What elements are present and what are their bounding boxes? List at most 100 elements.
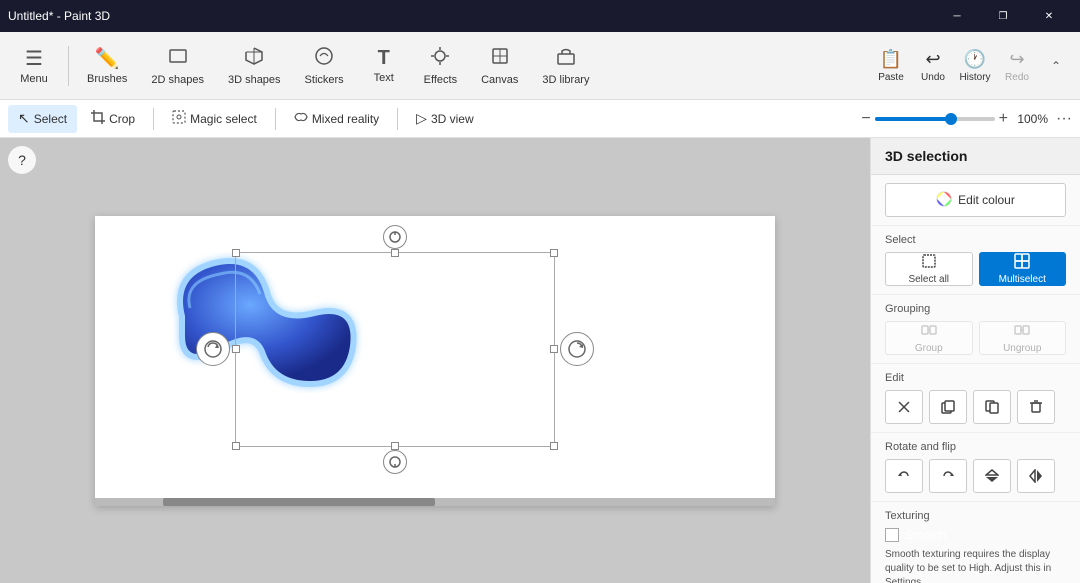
- multiselect-button[interactable]: Multiselect: [979, 252, 1067, 286]
- canvas-area[interactable]: ?: [0, 138, 870, 583]
- cut-button[interactable]: [885, 390, 923, 424]
- redo-label: Redo: [1005, 72, 1029, 83]
- rotate-handle-right[interactable]: [560, 332, 594, 366]
- canvas-icon: [490, 46, 510, 72]
- 2d-shapes-button[interactable]: 2D shapes: [141, 42, 214, 90]
- rotate-left-button[interactable]: [885, 459, 923, 493]
- toolbar-right: 📋 Paste ↩ Undo 🕐 History ↪ Redo ⌃: [872, 47, 1072, 85]
- select-section-label: Select: [885, 234, 1066, 246]
- scrollbar-thumb[interactable]: [163, 498, 435, 506]
- zoom-in-button[interactable]: +: [999, 110, 1008, 128]
- redo-button[interactable]: ↪ Redo: [998, 47, 1036, 85]
- group-icon: [921, 322, 937, 341]
- zoom-out-button[interactable]: −: [861, 110, 870, 128]
- select-all-button[interactable]: Select all: [885, 252, 973, 286]
- mixed-reality-button[interactable]: Mixed reality: [284, 105, 389, 133]
- selection-handle-bottomleft[interactable]: [232, 442, 240, 450]
- crop-button[interactable]: Crop: [81, 105, 145, 133]
- 2d-shapes-icon: [168, 46, 188, 72]
- texturing-section: Texturing Smooth Smooth texturing requir…: [871, 502, 1080, 583]
- stickers-icon: [314, 46, 334, 72]
- brushes-icon: ✏️: [95, 46, 120, 71]
- zoom-slider-thumb[interactable]: [945, 113, 957, 125]
- close-button[interactable]: ✕: [1026, 0, 1072, 32]
- titlebar-controls: ─ ❐ ✕: [934, 0, 1072, 32]
- paste-button[interactable]: 📋 Paste: [872, 47, 910, 85]
- horizontal-scrollbar[interactable]: [95, 498, 775, 506]
- selection-handle-bottommid[interactable]: [391, 442, 399, 450]
- 3d-view-label: 3D view: [431, 112, 474, 126]
- ungroup-icon: [1014, 322, 1030, 341]
- actionbar-separator-1: [153, 108, 154, 130]
- 3d-shapes-label: 3D shapes: [228, 74, 281, 86]
- edit-colour-label: Edit colour: [958, 193, 1015, 207]
- history-button[interactable]: 🕐 History: [956, 47, 994, 85]
- canvas-label: Canvas: [481, 74, 518, 86]
- 3d-library-button[interactable]: 3D library: [532, 42, 599, 90]
- select-section: Select Select all Multiselect: [871, 226, 1080, 295]
- canvas-button[interactable]: Canvas: [471, 42, 528, 90]
- stickers-button[interactable]: Stickers: [295, 42, 354, 90]
- select-label: Select: [34, 112, 67, 126]
- grouping-buttons: Group Ungroup: [885, 321, 1066, 355]
- select-tool-button[interactable]: ↖ Select: [8, 105, 77, 133]
- ungroup-button[interactable]: Ungroup: [979, 321, 1067, 355]
- undo-button[interactable]: ↩ Undo: [914, 47, 952, 85]
- edit-section: Edit: [871, 364, 1080, 433]
- selection-handle-bottomright[interactable]: [550, 442, 558, 450]
- effects-button[interactable]: Effects: [414, 42, 467, 90]
- effects-label: Effects: [424, 74, 457, 86]
- magic-select-button[interactable]: Magic select: [162, 105, 267, 133]
- text-button[interactable]: T Text: [358, 43, 410, 88]
- rotate-flip-label: Rotate and flip: [885, 441, 1066, 453]
- zoom-slider[interactable]: [875, 117, 995, 121]
- history-icon: 🕐: [964, 49, 986, 70]
- rotate-right-button[interactable]: [929, 459, 967, 493]
- flip-vertical-button[interactable]: [973, 459, 1011, 493]
- app-title: Untitled* - Paint 3D: [8, 9, 110, 23]
- history-label: History: [959, 72, 990, 83]
- actionbar-separator-3: [397, 108, 398, 130]
- help-button[interactable]: ?: [8, 146, 36, 174]
- paste-icon: 📋: [880, 49, 902, 70]
- collapse-panel-button[interactable]: ⌃: [1040, 50, 1072, 82]
- group-button[interactable]: Group: [885, 321, 973, 355]
- 3d-view-button[interactable]: ▷ 3D view: [406, 105, 483, 133]
- titlebar-left: Untitled* - Paint 3D: [8, 9, 110, 23]
- 3d-shapes-button[interactable]: 3D shapes: [218, 42, 291, 90]
- 3d-shape: [155, 236, 355, 396]
- stickers-label: Stickers: [305, 74, 344, 86]
- delete-button[interactable]: [1017, 390, 1055, 424]
- selection-handle-topright[interactable]: [550, 249, 558, 257]
- paste-label: Paste: [878, 72, 904, 83]
- duplicate-button[interactable]: [973, 390, 1011, 424]
- right-panel: 3D selection Edit colour Se: [870, 138, 1080, 583]
- redo-icon: ↪: [1009, 49, 1024, 70]
- selection-handle-topmid[interactable]: [391, 249, 399, 257]
- rotate-handle-top[interactable]: [383, 225, 407, 249]
- copy-button[interactable]: [929, 390, 967, 424]
- texturing-note-text: Smooth texturing requires the display qu…: [885, 549, 1051, 583]
- flip-horizontal-button[interactable]: [1017, 459, 1055, 493]
- edit-colour-button[interactable]: Edit colour: [885, 183, 1066, 217]
- multiselect-label: Multiselect: [999, 274, 1046, 285]
- rotate-handle-bottom[interactable]: [383, 450, 407, 474]
- menu-button[interactable]: ☰ Menu: [8, 42, 60, 89]
- 3d-shapes-icon: [244, 46, 264, 72]
- text-icon: T: [378, 47, 390, 70]
- grouping-section: Grouping Group Ungroup: [871, 295, 1080, 364]
- brushes-button[interactable]: ✏️ Brushes: [77, 42, 137, 89]
- main-area: ?: [0, 138, 1080, 583]
- group-label: Group: [915, 343, 943, 354]
- rotate-flip-section: Rotate and flip: [871, 433, 1080, 502]
- zoom-more-button[interactable]: ···: [1056, 110, 1072, 128]
- menu-icon: ☰: [25, 46, 43, 71]
- minimize-button[interactable]: ─: [934, 0, 980, 32]
- undo-icon: ↩: [925, 49, 940, 70]
- maximize-button[interactable]: ❐: [980, 0, 1026, 32]
- mixed-reality-label: Mixed reality: [312, 112, 379, 126]
- selection-handle-rightmid[interactable]: [550, 345, 558, 353]
- ungroup-label: Ungroup: [1003, 343, 1041, 354]
- smooth-checkbox[interactable]: [885, 528, 899, 542]
- titlebar: Untitled* - Paint 3D ─ ❐ ✕: [0, 0, 1080, 32]
